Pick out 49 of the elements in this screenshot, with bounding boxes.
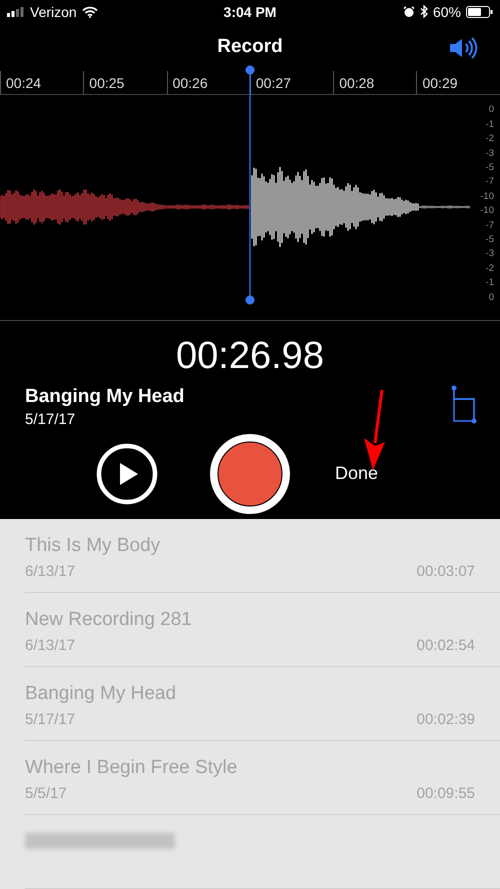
- signal-icon: [7, 6, 25, 17]
- timeline-tick-label: 00:27: [256, 74, 291, 91]
- decibel-label: -5: [486, 232, 494, 247]
- decibel-label: -5: [486, 160, 494, 175]
- recording-duration: 00:02:54: [416, 637, 475, 654]
- recording-title[interactable]: Banging My Head: [25, 683, 475, 705]
- decibel-label: -7: [486, 218, 494, 233]
- recording-title[interactable]: This Is My Body: [25, 535, 475, 557]
- play-button[interactable]: [95, 442, 159, 506]
- recording-title: Banging My Head: [25, 386, 184, 408]
- decibel-label: 0: [488, 103, 494, 118]
- recording-date: 6/13/17: [25, 637, 76, 654]
- recording-date: 6/13/17: [25, 563, 76, 580]
- decibel-label: -1: [486, 276, 494, 290]
- recording-date: 5/17/17: [25, 711, 76, 728]
- wifi-icon: [82, 6, 98, 18]
- recording-duration: 00:03:07: [416, 563, 475, 580]
- screen-title: Record: [217, 36, 283, 58]
- decibel-label: -2: [486, 262, 494, 276]
- battery-percent: 60%: [432, 4, 461, 20]
- timeline-tick-label: 00:26: [172, 74, 208, 91]
- timeline-tick-label: 00:24: [6, 74, 42, 91]
- record-button[interactable]: [209, 432, 291, 515]
- timeline-tick-label: 00:29: [422, 74, 458, 91]
- timeline-tick-label: 00:28: [339, 74, 374, 91]
- decibel-label: -10: [480, 190, 494, 204]
- decibel-label: -1: [486, 118, 494, 132]
- decibel-label: -2: [486, 132, 494, 146]
- recording-duration: 00:09:55: [416, 785, 475, 802]
- decibel-label: -3: [486, 247, 494, 262]
- battery-icon: [466, 6, 493, 18]
- alarm-icon: [402, 6, 415, 18]
- decibel-label: -3: [486, 146, 494, 161]
- recording-title[interactable]: Where I Begin Free Style: [25, 757, 475, 779]
- speaker-button[interactable]: [448, 36, 478, 60]
- decibel-label: -10: [480, 204, 494, 218]
- status-time: 3:04 PM: [224, 4, 276, 20]
- decibel-label: 0: [488, 290, 494, 305]
- playhead[interactable]: [244, 65, 256, 306]
- recording-date: 5/17/17: [25, 411, 76, 428]
- decibel-label: -7: [486, 175, 494, 190]
- bluetooth-icon: [420, 5, 428, 18]
- recording-title[interactable]: New Recording 281: [25, 609, 475, 631]
- done-button[interactable]: Done: [335, 463, 378, 484]
- recording-duration: 00:02:39: [416, 711, 475, 728]
- carrier-name: Verizon: [30, 4, 77, 20]
- recording-date: 5/5/17: [25, 785, 67, 802]
- timeline-tick-label: 00:25: [89, 74, 124, 91]
- elapsed-time: 00:26.98: [175, 335, 325, 378]
